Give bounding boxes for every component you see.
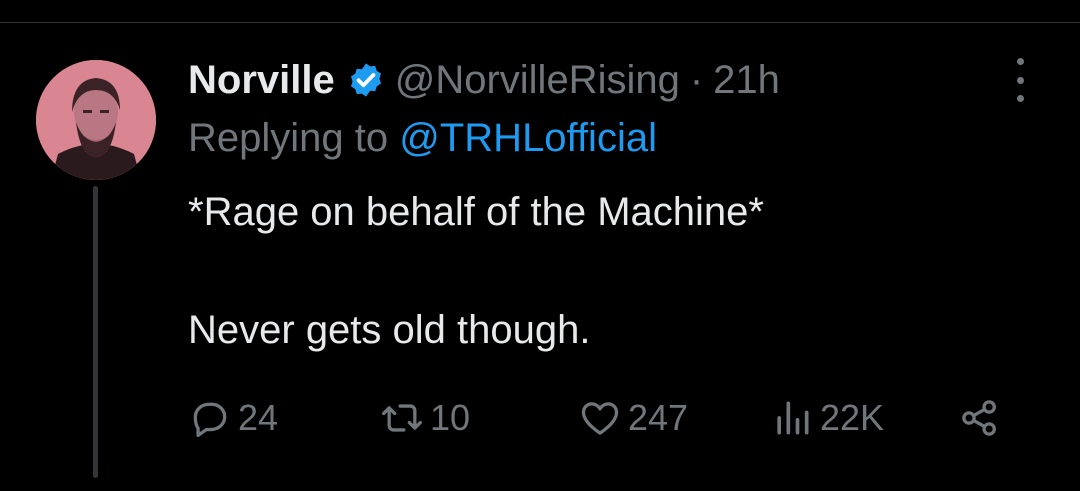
- reply-target-link[interactable]: @TRHLofficial: [399, 116, 657, 160]
- more-dot: [1016, 95, 1024, 102]
- top-divider: [0, 22, 1080, 23]
- author-display-name[interactable]: Norville: [188, 58, 335, 103]
- repost-button[interactable]: 10: [380, 394, 470, 442]
- post-header: Norville @NorvilleRising · 21h: [188, 52, 780, 108]
- like-icon: [581, 402, 619, 435]
- thread-line: [93, 186, 98, 478]
- replying-to: Replying to @TRHLofficial: [188, 116, 657, 161]
- post-text-line-1: *Rage on behalf of the Machine*: [188, 190, 764, 234]
- post-timestamp[interactable]: 21h: [713, 58, 780, 103]
- like-button[interactable]: 247: [578, 394, 688, 442]
- reply-button[interactable]: 24: [188, 394, 278, 442]
- like-count: 247: [628, 397, 689, 438]
- repost-count: 10: [430, 397, 471, 438]
- more-dot: [1016, 76, 1024, 84]
- verified-badge-icon: [350, 63, 381, 97]
- repost-icon: [382, 404, 422, 432]
- reply-count: 24: [238, 397, 279, 438]
- post-text-line-2: Never gets old though.: [188, 308, 591, 352]
- reply-icon: [193, 402, 227, 438]
- share-button[interactable]: [958, 394, 1008, 442]
- views-icon: [777, 401, 809, 435]
- share-icon: [962, 400, 996, 436]
- avatar[interactable]: [36, 60, 156, 180]
- time-separator: ·: [689, 57, 704, 102]
- author-handle[interactable]: @NorvilleRising: [395, 58, 680, 103]
- more-dot: [1016, 58, 1024, 65]
- views-count: 22K: [820, 397, 885, 438]
- more-options-icon[interactable]: [1008, 58, 1032, 102]
- replying-to-label: Replying to: [188, 116, 389, 160]
- avatar-photo: [36, 60, 156, 180]
- views-button[interactable]: 22K: [770, 394, 884, 442]
